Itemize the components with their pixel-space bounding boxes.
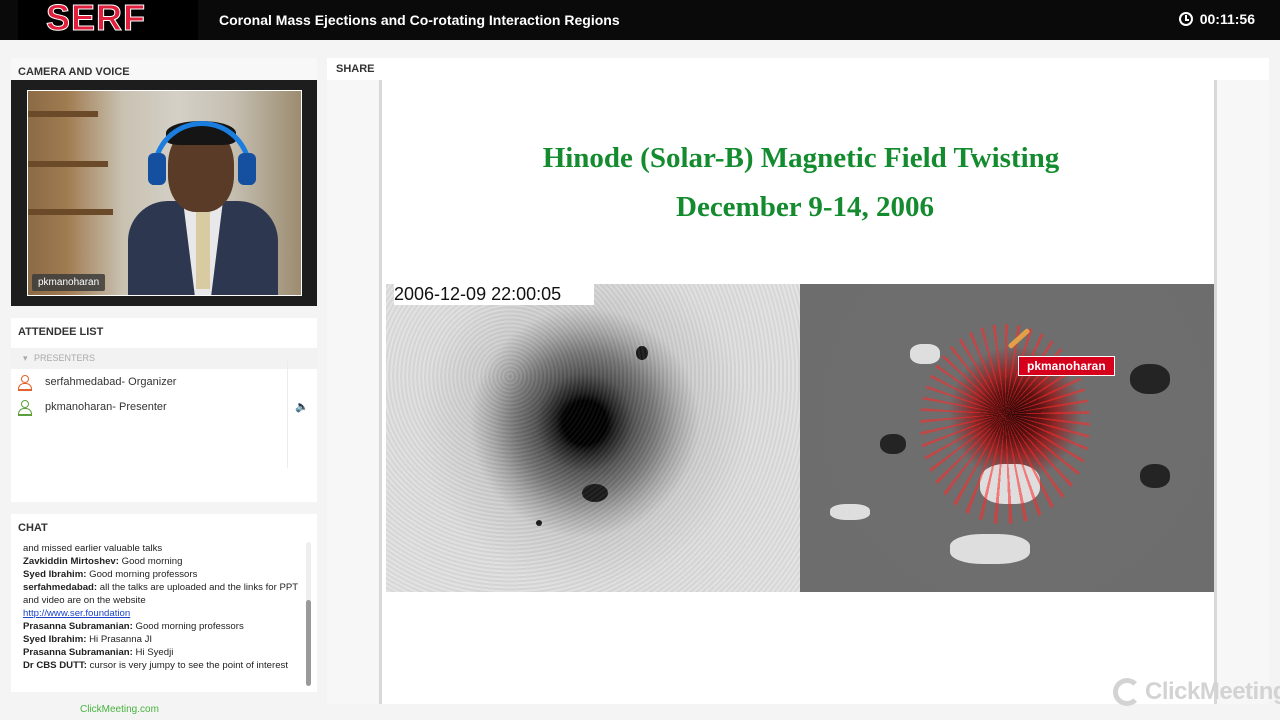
watermark-text: ClickMeeting (1145, 678, 1280, 705)
chat-message: Zavkiddin Mirtoshev: Good morning (23, 556, 183, 567)
speaker-icon[interactable]: 🔈 (295, 400, 311, 413)
presenters-group-label: PRESENTERS (34, 353, 96, 363)
headset-ear-icon (238, 153, 256, 185)
session-timer: 00:11:56 (1178, 11, 1255, 27)
collapse-arrow-icon[interactable]: ▾ (23, 353, 28, 363)
attendee-row[interactable]: serfahmedabad - Organizer (11, 369, 317, 394)
chat-message: Syed Ibrahim: Good morning professors (23, 569, 198, 580)
attendee-role: - Presenter (112, 400, 167, 413)
sunspot-image: 2006-12-09 22:00:05 (386, 284, 800, 592)
camera-panel: CAMERA AND VOICE pkmanoharan (11, 58, 317, 306)
attendee-panel: ATTENDEE LIST ▾ PRESENTERS serfahmedabad… (11, 318, 317, 502)
slide-subtitle: December 9-14, 2006 (676, 191, 934, 223)
slide-title: Hinode (Solar-B) Magnetic Field Twisting (542, 142, 1060, 174)
chat-link[interactable]: http://www.ser.foundation (23, 608, 130, 619)
chat-scrollbar[interactable] (306, 542, 311, 686)
magnetic-field-vectors (920, 324, 1090, 524)
chat-panel-title: CHAT (18, 522, 48, 534)
attendee-name: serfahmedabad (45, 375, 122, 388)
presenters-group[interactable]: ▾ PRESENTERS (11, 348, 317, 369)
image-timestamp: 2006-12-09 22:00:05 (394, 284, 594, 305)
clickmeeting-logo-icon (1113, 678, 1141, 706)
sunspot-fragment (582, 484, 608, 502)
chat-message: Syed Ibrahim: Hi Prasanna JI (23, 634, 153, 645)
session-title: Coronal Mass Ejections and Co-rotating I… (219, 12, 620, 28)
black-patch (1140, 464, 1170, 488)
chat-message: serfahmedabad: all the talks are uploade… (23, 582, 298, 606)
attendee-panel-title: ATTENDEE LIST (18, 326, 104, 338)
divider (287, 360, 288, 468)
logo-text: SERF (45, 0, 147, 39)
bookshelf (28, 209, 113, 215)
organizer-person-icon (17, 374, 32, 391)
presenter-tie (196, 209, 210, 289)
attendee-name: pkmanoharan (45, 400, 113, 413)
bookshelf (28, 161, 108, 167)
black-patch (1130, 364, 1170, 394)
clickmeeting-watermark: ClickMeeting (1113, 678, 1280, 706)
chat-scroll-thumb[interactable] (306, 600, 311, 686)
top-bar: SERF Coronal Mass Ejections and Co-rotat… (0, 0, 1280, 40)
black-patch (880, 434, 906, 454)
presentation-slide: Hinode (Solar-B) Magnetic Field Twisting… (379, 80, 1280, 706)
white-patch (830, 504, 870, 520)
attendee-row[interactable]: pkmanoharan - Presenter 🔈 (11, 394, 317, 419)
white-patch (950, 534, 1030, 564)
video-name-tag: pkmanoharan (32, 274, 106, 291)
chat-message: Dr CBS DUTT: cursor is very jumpy to see… (23, 660, 288, 671)
chat-message: Prasanna Subramanian: Good morning profe… (23, 621, 244, 632)
clock-icon (1178, 12, 1193, 26)
presenter-video[interactable]: pkmanoharan (27, 90, 302, 296)
chat-panel: CHAT and missed earlier valuable talks Z… (11, 514, 317, 692)
share-panel: SHARE Hinode (Solar-B) Magnetic Field Tw… (327, 58, 1280, 706)
chat-message: Prasanna Subramanian: Hi Syedji (23, 647, 174, 658)
sunspot-fragment (536, 520, 542, 526)
presenter-person-icon (17, 399, 32, 416)
chat-message: and missed earlier valuable talks (23, 543, 163, 554)
video-feed: pkmanoharan (11, 80, 317, 306)
attendee-role: - Organizer (121, 375, 177, 388)
magnetogram-image (800, 284, 1214, 592)
bookshelf (28, 111, 98, 117)
pointer-label: pkmanoharan (1018, 356, 1115, 376)
clickmeeting-link[interactable]: ClickMeeting.com (80, 704, 159, 715)
serf-logo: SERF (18, 0, 198, 40)
white-patch (910, 344, 940, 364)
headset-ear-icon (148, 153, 166, 185)
share-panel-title: SHARE (327, 58, 1269, 80)
chat-messages[interactable]: and missed earlier valuable talks Zavkid… (23, 542, 307, 688)
timer-value: 00:11:56 (1199, 11, 1255, 27)
chat-message: http://www.ser.foundation (23, 607, 307, 620)
sunspot-fragment (636, 346, 648, 360)
